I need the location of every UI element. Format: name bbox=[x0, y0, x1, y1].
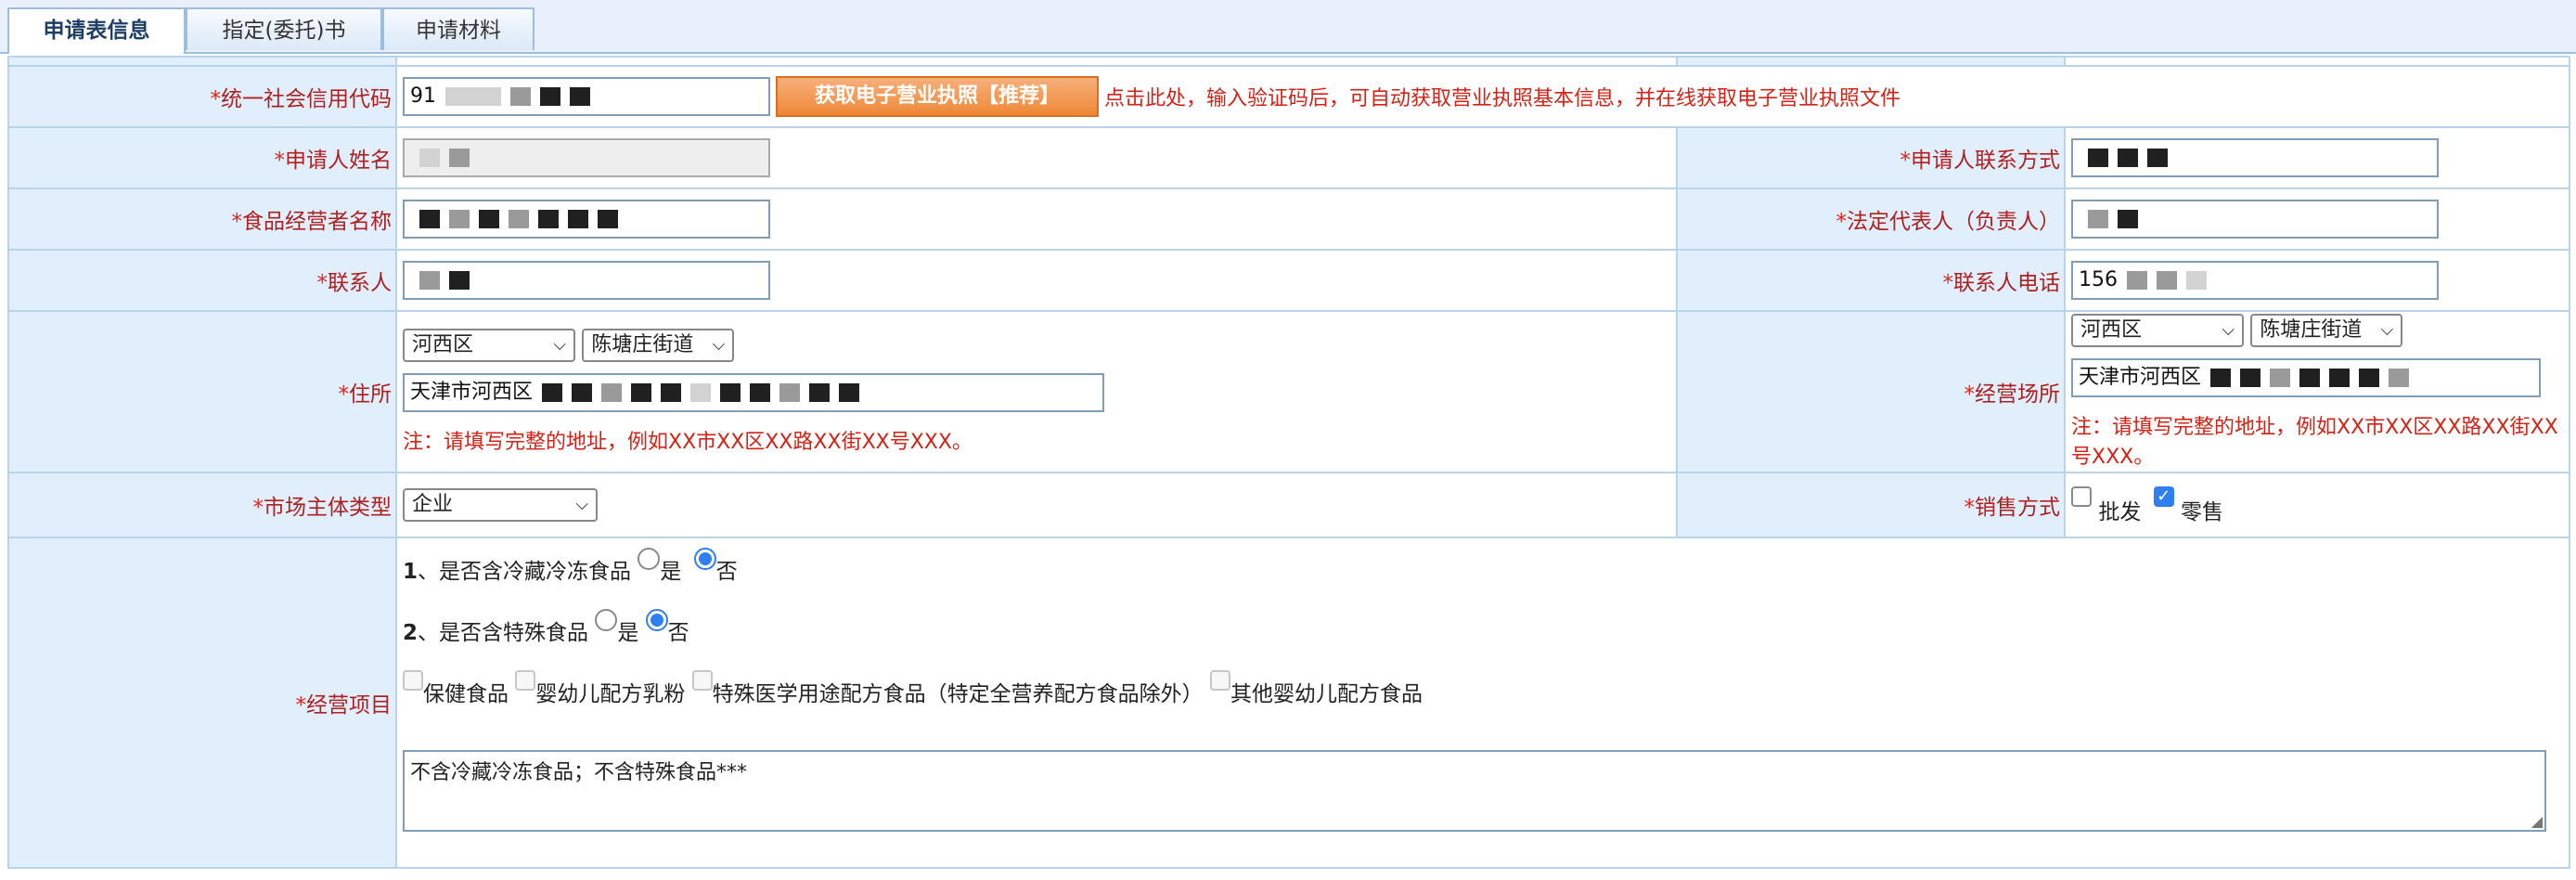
wholesale-label: 批发 bbox=[2098, 500, 2142, 524]
tab-bar: 申请表信息 指定(委托)书 申请材料 bbox=[0, 0, 2576, 54]
retail-checkbox[interactable]: ✓ bbox=[2153, 486, 2174, 507]
row-address: *住所 河西区 ⌵ 陈塘庄街道 ⌵ 天津市河西区 注：请填写完整的地址，例如XX市X… bbox=[7, 310, 2570, 473]
legal-rep-input[interactable] bbox=[2071, 200, 2439, 239]
residence-address-input[interactable]: 天津市河西区 bbox=[403, 373, 1104, 412]
special-food-options: 保健食品 婴幼儿配方乳粉 特殊医学用途配方食品（特定全营养配方食品除外） 其他婴… bbox=[403, 670, 2569, 711]
special-food-yes-radio[interactable] bbox=[595, 609, 618, 631]
chevron-down-icon: ⌵ bbox=[2222, 320, 2235, 340]
residence-label: *住所 bbox=[7, 310, 397, 473]
retail-label: 零售 bbox=[2180, 500, 2223, 524]
residence-street-select[interactable]: 陈塘庄街道 ⌵ bbox=[582, 329, 735, 362]
credit-code-label: *统一社会信用代码 bbox=[7, 65, 397, 128]
applicant-name-input[interactable] bbox=[403, 138, 770, 177]
business-place-address-note: 注：请填写完整的地址，例如XX市XX区XX路XX街XX号XXX。 bbox=[2071, 416, 2558, 469]
row-credit-code: *统一社会信用代码 91 获取电子营业执照【推荐】 点击此处，输入验证码后，可自动… bbox=[7, 65, 2570, 128]
row-business-items: *经营项目 1、是否含冷藏冷冻食品 是 否 2、是否含特殊食品 是 否 保健食品… bbox=[7, 537, 2570, 869]
market-type-label: *市场主体类型 bbox=[7, 472, 397, 538]
tab-application-materials[interactable]: 申请材料 bbox=[382, 7, 535, 50]
contact-person-label: *联系人 bbox=[7, 249, 397, 312]
application-form: *统一社会信用代码 91 获取电子营业执照【推荐】 点击此处，输入验证码后，可自动… bbox=[7, 56, 2570, 869]
resize-grip-icon[interactable]: ◢ bbox=[2531, 812, 2543, 830]
chevron-down-icon: ⌵ bbox=[2380, 320, 2394, 340]
special-food-question: 2、是否含特殊食品 是 否 bbox=[403, 609, 2569, 650]
fetch-e-license-button[interactable]: 获取电子营业执照【推荐】 bbox=[776, 76, 1100, 117]
wholesale-checkbox[interactable] bbox=[2071, 486, 2092, 507]
business-place-address-input[interactable]: 天津市河西区 bbox=[2071, 358, 2541, 397]
cold-chain-question: 1、是否含冷藏冷冻食品 是 否 bbox=[403, 548, 2569, 589]
row-contact: *联系人 *联系人电话 156 bbox=[7, 249, 2570, 312]
row-operator: *食品经营者名称 *法定代表人（负责人） bbox=[7, 188, 2570, 251]
cold-chain-no-radio[interactable] bbox=[693, 548, 716, 570]
business-place-street-select[interactable]: 陈塘庄街道 ⌵ bbox=[2250, 314, 2403, 347]
contact-person-input[interactable] bbox=[403, 261, 770, 300]
health-food-checkbox[interactable] bbox=[403, 670, 423, 691]
legal-rep-label: *法定代表人（负责人） bbox=[1676, 188, 2066, 251]
infant-formula-checkbox[interactable] bbox=[515, 670, 536, 691]
residence-address-note: 注：请填写完整的地址，例如XX市XX区XX路XX街XX号XXX。 bbox=[403, 431, 972, 454]
row-market-type: *市场主体类型 企业 ⌵ *销售方式 批发 ✓ 零售 bbox=[7, 472, 2570, 538]
chevron-down-icon: ⌵ bbox=[575, 495, 588, 514]
tab-application-info[interactable]: 申请表信息 bbox=[7, 7, 186, 54]
row-applicant: *申请人姓名 *申请人联系方式 bbox=[7, 126, 2570, 189]
applicant-contact-label: *申请人联系方式 bbox=[1676, 126, 2066, 189]
residence-district-select[interactable]: 河西区 ⌵ bbox=[403, 329, 575, 362]
contact-phone-label: *联系人电话 bbox=[1676, 249, 2066, 312]
applicant-contact-input[interactable] bbox=[2071, 138, 2439, 177]
cold-chain-yes-radio[interactable] bbox=[638, 548, 661, 570]
business-items-label: *经营项目 bbox=[7, 537, 397, 869]
special-food-no-radio[interactable] bbox=[645, 609, 668, 631]
business-place-label: *经营场所 bbox=[1676, 310, 2066, 473]
business-place-district-select[interactable]: 河西区 ⌵ bbox=[2071, 314, 2244, 347]
contact-phone-input[interactable]: 156 bbox=[2071, 261, 2439, 300]
applicant-name-label: *申请人姓名 bbox=[7, 126, 397, 189]
business-items-textarea[interactable]: 不含冷藏冷冻食品；不含特殊食品*** ◢ bbox=[403, 750, 2546, 832]
medical-food-checkbox[interactable] bbox=[691, 670, 713, 691]
operator-name-label: *食品经营者名称 bbox=[7, 188, 397, 251]
chevron-down-icon: ⌵ bbox=[712, 335, 726, 355]
form-top-strip bbox=[7, 56, 2570, 67]
other-infant-formula-checkbox[interactable] bbox=[1209, 670, 1230, 691]
market-type-select[interactable]: 企业 ⌵ bbox=[403, 488, 598, 522]
chevron-down-icon: ⌵ bbox=[553, 335, 566, 355]
credit-code-input[interactable]: 91 bbox=[403, 77, 770, 116]
tab-authorization-letter[interactable]: 指定(委托)书 bbox=[186, 7, 382, 50]
fetch-e-license-tip: 点击此处，输入验证码后，可自动获取营业执照基本信息，并在线获取电子营业执照文件 bbox=[1104, 87, 1901, 110]
sales-method-label: *销售方式 bbox=[1676, 472, 2066, 538]
operator-name-input[interactable] bbox=[403, 200, 770, 239]
